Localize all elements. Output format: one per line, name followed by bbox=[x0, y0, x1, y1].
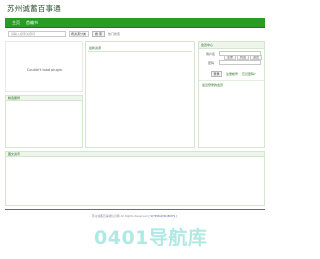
plugin-panel: Couldn't load plugin. bbox=[5, 41, 83, 92]
plugin-error-message: Couldn't load plugin. bbox=[26, 68, 64, 72]
forgot-password-link[interactable]: 忘记密码? bbox=[242, 72, 256, 76]
nav-item-home[interactable]: 主页 bbox=[12, 19, 20, 27]
search-input[interactable]: 请输入搜索关键词 bbox=[8, 31, 66, 37]
register-account-link[interactable]: 注册帐号 bbox=[226, 72, 238, 76]
latest-resources-panel: 最新资源 bbox=[85, 41, 195, 148]
footer: 苏州诚蓄百事通信息网 All Rights Reserved [ SITEMAP… bbox=[0, 214, 269, 218]
latest-resources-divider bbox=[88, 51, 192, 52]
photo-news-panel: 图文资讯 bbox=[5, 151, 265, 206]
recent-members-title: 最近登录的会员 bbox=[202, 83, 224, 87]
featured-panel: 精选服饰 bbox=[5, 95, 83, 148]
photo-news-title: 图文资讯 bbox=[6, 152, 264, 157]
search-category-select[interactable]: 按资源分类 bbox=[69, 31, 89, 37]
password-label: 密码 bbox=[208, 61, 215, 65]
search-bar: 请输入搜索关键词 按资源分类 搜 索 热门搜索 bbox=[5, 30, 265, 39]
watermark-logo: 0401导航库 bbox=[94, 227, 208, 249]
footer-sitemap-link[interactable]: [ SITEMAP/ROBOTS ] bbox=[149, 214, 178, 218]
nav-item-directory[interactable]: 首编书 bbox=[26, 19, 38, 27]
search-button[interactable]: 搜 索 bbox=[92, 31, 105, 37]
latest-resources-title: 最新资源 bbox=[89, 46, 102, 50]
password-input[interactable] bbox=[219, 60, 261, 65]
main-navbar: 主页 首编书 bbox=[5, 18, 265, 28]
username-label: 用户名 bbox=[206, 52, 216, 56]
hot-search-label: 热门搜索 bbox=[108, 32, 121, 36]
member-panel: 会员中心 注册 找回 退出 用户名 密码 登录 注册帐号 忘记密码? 最近登录的会员 bbox=[198, 41, 265, 148]
login-button[interactable]: 登录 bbox=[211, 71, 222, 77]
member-tabs: 注册 找回 退出 bbox=[223, 43, 262, 60]
featured-panel-title: 精选服饰 bbox=[6, 96, 82, 101]
footer-divider bbox=[5, 209, 265, 210]
member-divider bbox=[199, 80, 264, 81]
username-input[interactable] bbox=[219, 51, 261, 56]
footer-copyright: 苏州诚蓄百事通信息网 All Rights Reserved bbox=[91, 214, 148, 218]
site-title: 苏州诚蓄百事通 bbox=[7, 4, 61, 13]
